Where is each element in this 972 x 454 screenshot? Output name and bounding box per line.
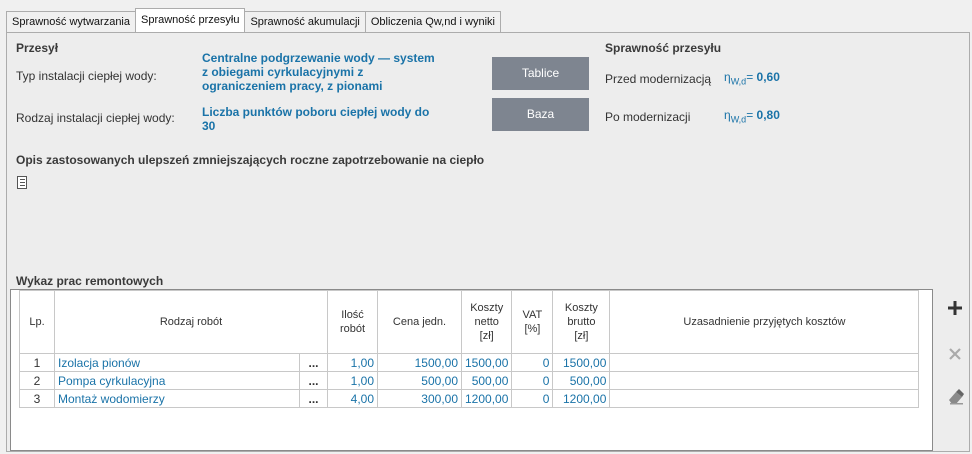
cell-lp: 2 (19, 371, 55, 390)
cell-cena[interactable]: 1500,00 (377, 353, 462, 372)
przed-modernizacja-label: Przed modernizacją (605, 72, 712, 86)
cell-brutto: 1500,00 (552, 353, 611, 372)
ellipsis-button[interactable]: ... (299, 371, 328, 390)
table-row[interactable]: 3 Montaż wodomierzy ... 4,00 300,00 1200… (19, 389, 920, 408)
tab-sprawnosc-przesylu[interactable]: Sprawność przesyłu (135, 8, 246, 32)
cell-brutto: 1200,00 (552, 389, 611, 408)
typ-instalacji-value[interactable]: Centralne podgrzewanie wody — system z o… (202, 51, 435, 93)
cell-vat[interactable]: 0 (511, 371, 554, 390)
col-brutto[interactable]: Koszty brutto [zł] (552, 290, 611, 354)
col-vat[interactable]: VAT [%] (511, 290, 554, 354)
cell-uzasadnienie[interactable] (609, 353, 920, 372)
sprawnosc-heading: Sprawność przesyłu (605, 41, 722, 55)
table-row[interactable]: 2 Pompa cyrkulacyjna ... 1,00 500,00 500… (19, 371, 920, 390)
col-uzasadnienie[interactable]: Uzasadnienie przyjętych kosztów (609, 290, 920, 354)
wykaz-table-container: Lp. Rodzaj robót Ilość robót Cena jedn. K… (10, 289, 933, 451)
baza-button[interactable]: Baza (492, 98, 589, 131)
cell-ilosc[interactable]: 4,00 (327, 389, 378, 408)
cell-cena[interactable]: 300,00 (377, 389, 462, 408)
cell-uzasadnienie[interactable] (609, 371, 920, 390)
cell-lp: 3 (19, 389, 55, 408)
col-lp[interactable]: Lp. (19, 290, 55, 354)
document-icon[interactable] (17, 176, 27, 189)
col-netto[interactable]: Koszty netto [zł] (460, 290, 513, 354)
cell-rodzaj[interactable]: Izolacja pionów (54, 353, 300, 372)
ellipsis-button[interactable]: ... (299, 389, 328, 408)
rodzaj-instalacji-value[interactable]: Liczba punktów poboru ciepłej wody do 30 (202, 105, 429, 133)
cell-netto: 1200,00 (460, 389, 513, 408)
eraser-icon[interactable] (947, 389, 965, 405)
przed-modernizacja-value: ηW,d= 0,60 (724, 70, 780, 87)
close-icon[interactable] (949, 348, 961, 360)
cell-netto: 500,00 (460, 371, 513, 390)
cell-rodzaj[interactable]: Pompa cyrkulacyjna (54, 371, 300, 390)
cell-brutto: 500,00 (552, 371, 611, 390)
tab-obliczenia[interactable]: Obliczenia Qw,nd i wyniki (364, 11, 501, 32)
wykaz-table: Lp. Rodzaj robót Ilość robót Cena jedn. K… (19, 290, 920, 408)
table-row[interactable]: 1 Izolacja pionów ... 1,00 1500,00 1500,… (19, 353, 920, 372)
typ-instalacji-label: Typ instalacji ciepłej wody: (16, 69, 157, 83)
opis-heading: Opis zastosowanych ulepszeń zmniejszając… (16, 153, 485, 167)
tablice-button[interactable]: Tablice (492, 57, 589, 90)
cell-netto: 1500,00 (460, 353, 513, 372)
cell-uzasadnienie[interactable] (609, 389, 920, 408)
po-modernizacji-label: Po modernizacji (605, 110, 691, 124)
cell-vat[interactable]: 0 (511, 353, 554, 372)
cell-ilosc[interactable]: 1,00 (327, 371, 378, 390)
cell-vat[interactable]: 0 (511, 389, 554, 408)
col-rodzaj[interactable]: Rodzaj robót (54, 290, 328, 354)
cell-ilosc[interactable]: 1,00 (327, 353, 378, 372)
przesyl-heading: Przesył (16, 41, 59, 55)
cell-rodzaj[interactable]: Montaż wodomierzy (54, 389, 300, 408)
ellipsis-button[interactable]: ... (299, 353, 328, 372)
tab-sprawnosc-wytwarzania[interactable]: Sprawność wytwarzania (6, 11, 136, 32)
col-cena[interactable]: Cena jedn. (377, 290, 462, 354)
rodzaj-instalacji-label: Rodzaj instalacji ciepłej wody: (16, 111, 175, 125)
plus-icon[interactable] (948, 301, 962, 315)
col-ilosc[interactable]: Ilość robót (327, 290, 378, 354)
tab-bar: Sprawność wytwarzania Sprawność przesyłu… (6, 8, 501, 32)
tab-panel: Przesył Typ instalacji ciepłej wody: Cen… (6, 32, 970, 452)
po-modernizacji-value: ηW,d= 0,80 (724, 108, 780, 125)
cell-cena[interactable]: 500,00 (377, 371, 462, 390)
cell-lp: 1 (19, 353, 55, 372)
tab-sprawnosc-akumulacji[interactable]: Sprawność akumulacji (244, 11, 366, 32)
wykaz-heading: Wykaz prac remontowych (16, 274, 164, 288)
